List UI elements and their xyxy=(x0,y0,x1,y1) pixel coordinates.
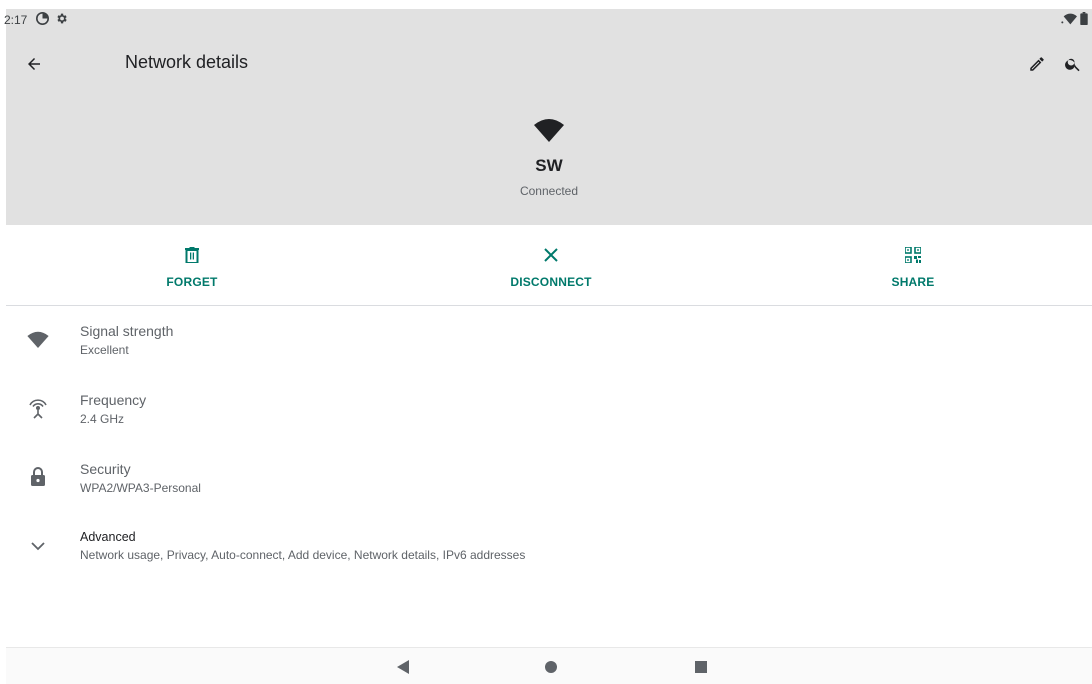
signal-strength-item: Signal strength Excellent xyxy=(6,307,1092,375)
network-name: SW xyxy=(535,156,563,175)
wifi-signal-icon xyxy=(27,331,49,348)
frequency-item: Frequency 2.4 GHz xyxy=(6,376,1092,444)
status-bar: 2:17 xyxy=(0,10,1092,32)
advanced-summary: Network usage, Privacy, Auto-connect, Ad… xyxy=(80,548,526,562)
frequency-value: 2.4 GHz xyxy=(80,412,125,426)
forget-button[interactable]: FORGET xyxy=(92,226,292,306)
disconnect-button[interactable]: DISCONNECT xyxy=(451,226,651,306)
disconnect-label: DISCONNECT xyxy=(510,275,592,289)
frequency-title: Frequency xyxy=(80,392,147,408)
share-button[interactable]: SHARE xyxy=(813,226,1013,306)
wifi-icon xyxy=(1061,13,1077,24)
search-icon xyxy=(1065,58,1080,72)
status-icons-right xyxy=(1061,12,1088,25)
wifi-signal-large-icon xyxy=(534,119,564,142)
app-bar: Network details xyxy=(6,40,1092,88)
action-bar: FORGET DISCONNECT SHARE xyxy=(6,226,1092,306)
signal-strength-value: Excellent xyxy=(80,343,129,357)
nav-back-button[interactable] xyxy=(392,656,414,678)
signal-strength-title: Signal strength xyxy=(80,323,174,339)
advanced-expander[interactable]: Advanced Network usage, Privacy, Auto-co… xyxy=(6,514,1092,582)
qr-code-icon xyxy=(905,247,921,263)
network-header: SW Connected xyxy=(6,118,1092,198)
network-status: Connected xyxy=(519,184,579,198)
security-value: WPA2/WPA3-Personal xyxy=(80,481,201,495)
nav-recents-button[interactable] xyxy=(690,656,712,678)
pencil-icon xyxy=(1030,57,1044,71)
home-circle-icon xyxy=(545,661,557,673)
antenna-icon xyxy=(29,399,47,419)
settings-icon xyxy=(57,13,67,24)
advanced-title: Advanced xyxy=(80,530,136,544)
security-title: Security xyxy=(80,461,131,477)
chevron-down-icon xyxy=(31,541,45,550)
edit-button[interactable] xyxy=(1022,49,1052,79)
status-time: 2:17 xyxy=(4,13,28,27)
nav-home-button[interactable] xyxy=(540,656,562,678)
arrow-back-icon xyxy=(28,58,40,70)
security-item: Security WPA2/WPA3-Personal xyxy=(6,445,1092,513)
system-navigation-bar xyxy=(6,647,1092,684)
back-triangle-icon xyxy=(397,660,409,674)
recents-square-icon xyxy=(695,661,707,673)
page-title: Network details xyxy=(125,52,249,72)
data-saver-icon xyxy=(36,12,49,25)
close-icon xyxy=(544,248,558,262)
search-button[interactable] xyxy=(1058,49,1088,79)
battery-icon xyxy=(1080,12,1088,25)
lock-icon xyxy=(31,467,45,486)
trash-icon xyxy=(185,247,199,263)
back-button[interactable] xyxy=(18,48,50,80)
status-icons-left xyxy=(36,12,68,25)
forget-label: FORGET xyxy=(166,275,218,289)
share-label: SHARE xyxy=(891,275,935,289)
